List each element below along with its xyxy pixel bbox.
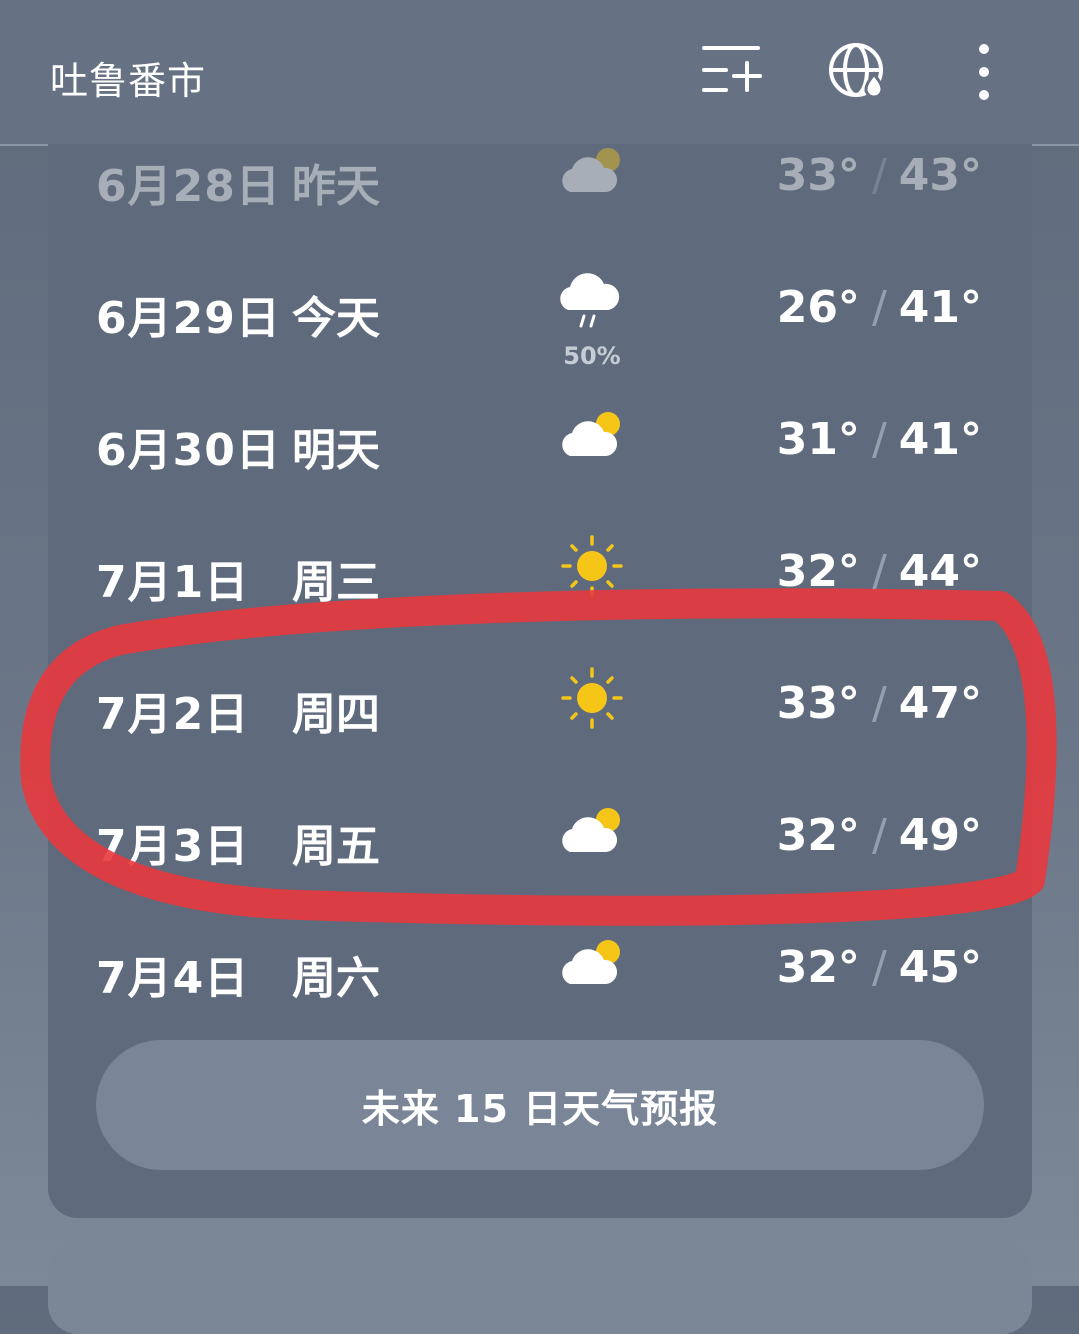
forecast-temp: 32°/44° (776, 546, 982, 597)
partly-cloudy-icon (554, 402, 630, 466)
rain-cloud-icon (554, 270, 630, 334)
forecast-day: 周六 (292, 953, 380, 1004)
forecast-day: 明天 (292, 425, 380, 476)
city-name[interactable]: 吐鲁番市 (50, 50, 206, 105)
forecast-row[interactable]: 6月28日 昨天 33°/43° (48, 144, 1032, 240)
sun-icon (554, 666, 630, 730)
add-list-icon[interactable] (700, 40, 764, 104)
forecast-date: 7月1日 (96, 557, 250, 608)
forecast-row[interactable]: 7月4日 周六 32°/45° (48, 900, 1032, 1032)
forecast-row[interactable]: 7月3日 周五 32°/49° (48, 768, 1032, 900)
forecast-date: 7月3日 (96, 821, 250, 872)
forecast-date: 6月30日 (96, 425, 281, 476)
sun-icon (554, 534, 630, 598)
forecast-temp: 31°/41° (776, 414, 982, 465)
forecast-date: 6月29日 (96, 293, 281, 344)
forecast-row[interactable]: 6月29日 今天 50% 26°/41° (48, 240, 1032, 372)
more-vert-icon[interactable] (952, 40, 1016, 104)
forecast-day: 今天 (292, 293, 380, 344)
forecast-row[interactable]: 6月30日 明天 31°/41° (48, 372, 1032, 504)
forecast-day: 昨天 (292, 161, 380, 212)
partly-cloudy-icon (554, 144, 630, 202)
next-card (48, 1244, 1032, 1334)
forecast-row[interactable]: 7月2日 周四 33°/47° (48, 636, 1032, 768)
forecast-temp: 33°/47° (776, 678, 982, 729)
forecast-date: 6月28日 (96, 161, 281, 212)
forecast-temp: 26°/41° (776, 282, 982, 333)
forecast-temp: 32°/45° (776, 942, 982, 993)
forecast-day: 周三 (292, 557, 380, 608)
partly-cloudy-icon (554, 930, 630, 994)
daily-forecast-card: 6月28日 昨天 33°/43° 6月29日 今天 50% 26°/41° 6月… (48, 144, 1032, 1218)
15-day-forecast-button[interactable]: 未来 15 日天气预报 (96, 1040, 984, 1170)
forecast-date: 7月4日 (96, 953, 250, 1004)
forecast-day: 周四 (292, 689, 380, 740)
forecast-temp: 32°/49° (776, 810, 982, 861)
forecast-day: 周五 (292, 821, 380, 872)
forecast-temp: 33°/43° (776, 150, 982, 201)
top-bar: 吐鲁番市 (0, 0, 1079, 146)
precipitation-chance: 50% (563, 342, 621, 370)
forecast-row[interactable]: 7月1日 周三 32°/44° (48, 504, 1032, 636)
forecast-date: 7月2日 (96, 689, 250, 740)
partly-cloudy-icon (554, 798, 630, 862)
globe-rain-icon[interactable] (826, 40, 890, 104)
